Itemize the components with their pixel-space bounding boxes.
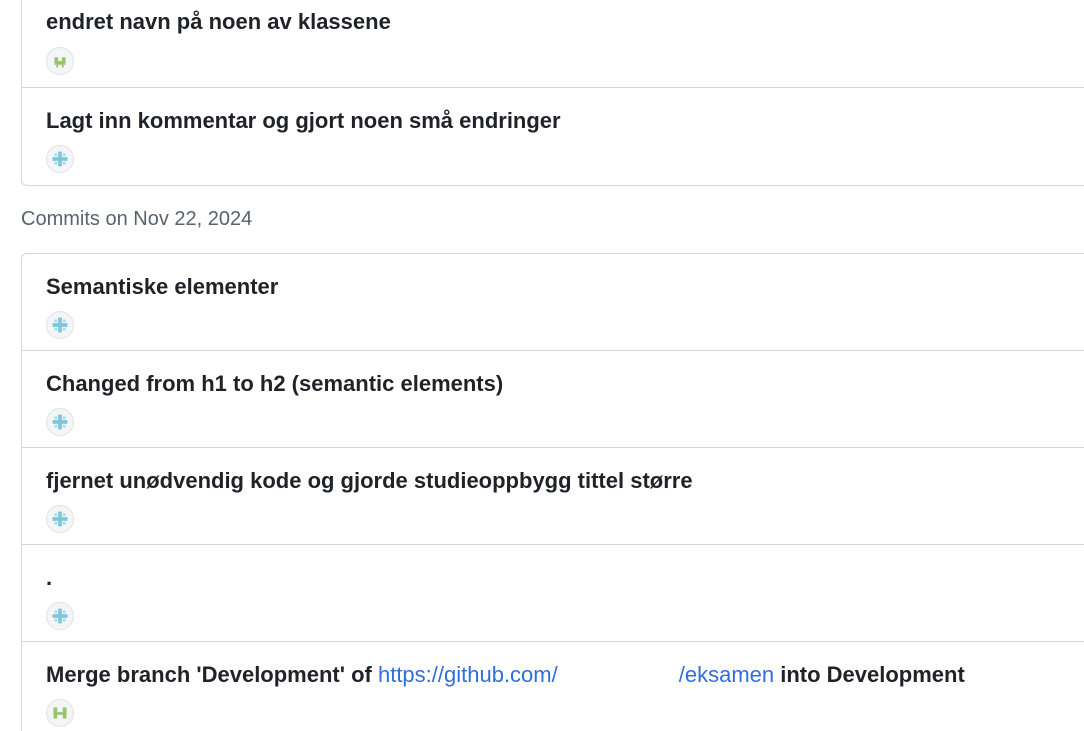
commit-date-header: Commits on Nov 22, 2024 (21, 208, 253, 230)
blue-identicon-icon (52, 317, 68, 333)
author-avatar[interactable] (46, 602, 74, 630)
merge-title-suffix: into Development (774, 662, 965, 687)
commit-row: Semantiske elementer (22, 254, 1084, 351)
repo-link-start[interactable]: https://github.com/ (378, 662, 558, 687)
commit-row: endret navn på noen av klassene (22, 0, 1084, 88)
author-avatar[interactable] (46, 311, 74, 339)
commit-title-link[interactable]: fjernet unødvendig kode og gjorde studie… (46, 468, 693, 494)
author-avatar[interactable] (46, 408, 74, 436)
commit-row: . (22, 545, 1084, 642)
commit-title-link[interactable]: Semantiske elementer (46, 274, 278, 300)
commit-list-group: endret navn på noen av klassene Lagt inn… (21, 0, 1084, 186)
commit-title-link[interactable]: . (46, 565, 52, 591)
blue-identicon-icon (52, 414, 68, 430)
commit-history-page: endret navn på noen av klassene Lagt inn… (0, 0, 1084, 731)
merge-title-prefix: Merge branch 'Development' of (46, 662, 378, 687)
repo-link[interactable]: https://github.com/ /eksamen (378, 662, 774, 687)
commit-title-link[interactable]: Merge branch 'Development' of https://gi… (46, 662, 965, 688)
blue-identicon-icon (52, 608, 68, 624)
commit-row: Lagt inn kommentar og gjort noen små end… (22, 88, 1084, 185)
blue-identicon-icon (52, 511, 68, 527)
author-avatar[interactable] (46, 145, 74, 173)
blue-identicon-icon (52, 151, 68, 167)
commit-row: fjernet unødvendig kode og gjorde studie… (22, 448, 1084, 545)
green-identicon-icon (53, 707, 67, 719)
author-avatar[interactable] (46, 47, 74, 75)
author-avatar[interactable] (46, 505, 74, 533)
commit-list-group: Semantiske elementer Changed from h1 to … (21, 253, 1084, 731)
commit-row: Changed from h1 to h2 (semantic elements… (22, 351, 1084, 448)
green-identicon-icon (54, 57, 66, 68)
commit-row: Merge branch 'Development' of https://gi… (22, 642, 1084, 731)
commit-title-link[interactable]: Changed from h1 to h2 (semantic elements… (46, 371, 503, 397)
commit-title-link[interactable]: Lagt inn kommentar og gjort noen små end… (46, 108, 561, 134)
author-avatar[interactable] (46, 699, 74, 727)
repo-link-end[interactable]: /eksamen (679, 662, 774, 687)
commit-title-link[interactable]: endret navn på noen av klassene (46, 9, 391, 35)
